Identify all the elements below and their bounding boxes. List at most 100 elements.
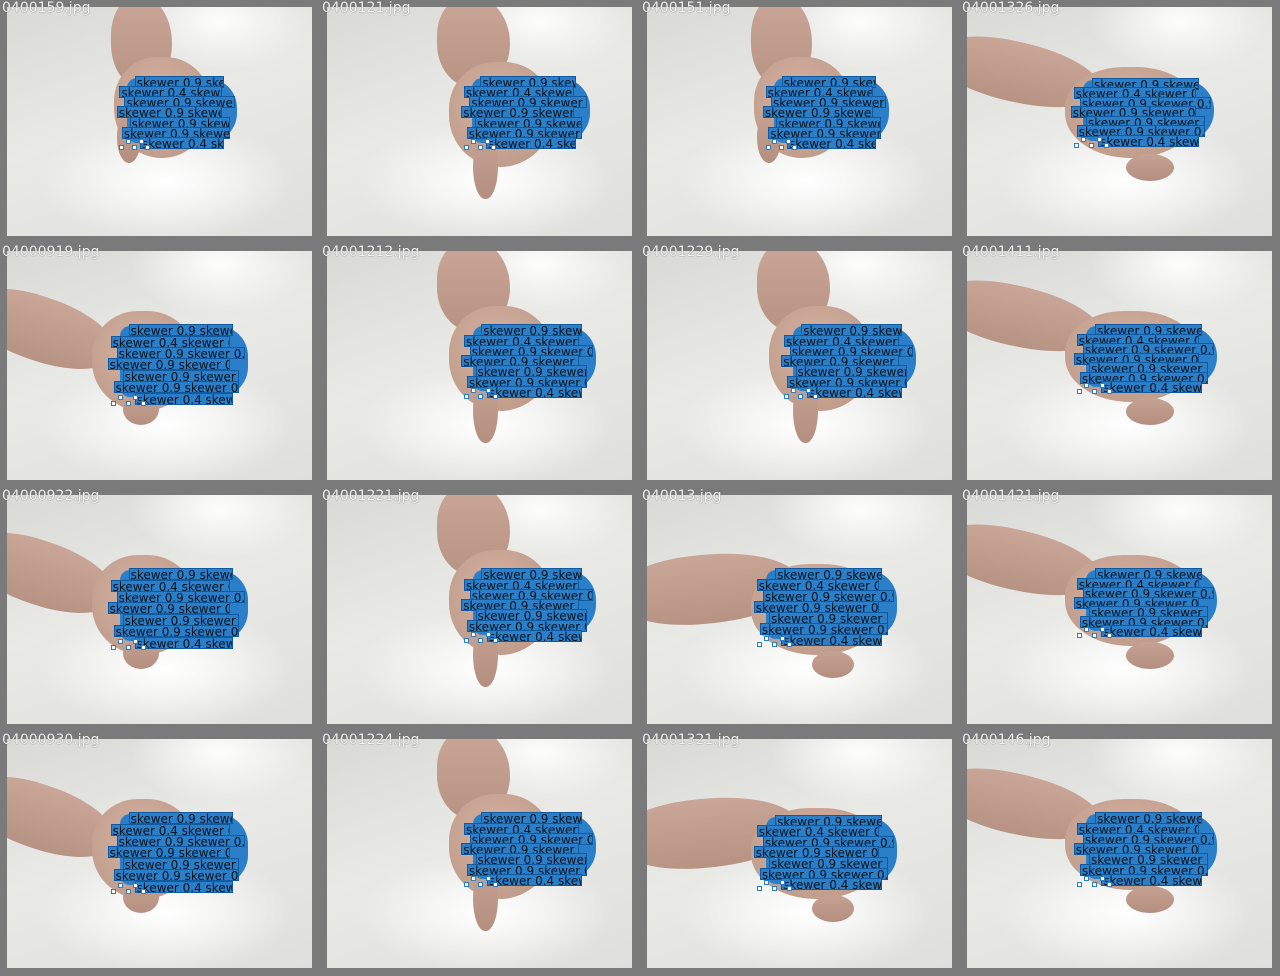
box-corner-marker bbox=[118, 394, 124, 400]
thumbnail-photo: skewer 0.9 skewer 0.4skewer 0.4 skewer 0… bbox=[967, 7, 1272, 236]
thumbnail-filename: 0400121.jpg bbox=[322, 0, 411, 16]
box-corner-marker bbox=[1081, 136, 1087, 142]
box-corner-marker bbox=[125, 139, 131, 145]
thumbnail-filename: 04001326.jpg bbox=[962, 0, 1060, 16]
box-corner-marker bbox=[812, 393, 818, 399]
thumbnail-photo: skewer 0.9 skewer 0.4skewer 0.4 skewer 0… bbox=[7, 739, 312, 968]
box-corner-marker bbox=[1107, 633, 1113, 639]
box-corner-marker bbox=[764, 636, 770, 642]
box-corner-marker bbox=[485, 875, 491, 881]
box-corner-marker bbox=[772, 139, 778, 145]
detection-boxes: skewer 0.9 skewer 0.4skewer 0.4 skewer 0… bbox=[1070, 77, 1224, 149]
detection-label: skewer 0.9 skewer 0.4 bbox=[128, 568, 234, 581]
thumbnail-tile[interactable]: skewer 0.9 skewer 0.4skewer 0.4 skewer 0… bbox=[640, 488, 960, 732]
box-corner-marker bbox=[140, 400, 146, 406]
detection-label: skewer 0.4 skewer 0.9 bbox=[806, 385, 902, 398]
detection-label: skewer 0.4 skewer 0.9 bbox=[110, 823, 231, 836]
image-grid: skewer 0.9 skewer 0.4skewer 0.4 skewer 0… bbox=[0, 0, 1280, 976]
box-corner-marker bbox=[1099, 383, 1105, 389]
thumbnail-tile[interactable]: skewer 0.9 skewer 0.4skewer 0.4 skewer 0… bbox=[640, 0, 960, 244]
thumb-shape bbox=[811, 650, 855, 679]
box-corner-marker bbox=[484, 139, 490, 145]
thumbnail-filename: 04000930.jpg bbox=[2, 732, 100, 748]
thumbnail-photo: skewer 0.9 skewer 0.4skewer 0.4 skewer 0… bbox=[327, 495, 632, 724]
box-corner-marker bbox=[1092, 881, 1098, 887]
thumb-shape bbox=[1125, 397, 1175, 426]
thumbnail-tile[interactable]: skewer 0.9 skewer 0.4skewer 0.4 skewer 0… bbox=[0, 732, 320, 976]
box-corner-marker bbox=[772, 886, 778, 892]
thumbnail-tile[interactable]: skewer 0.9 skewer 0.4skewer 0.4 skewer 0… bbox=[960, 244, 1280, 488]
box-corner-marker bbox=[772, 642, 778, 648]
thumbnail-filename: 04001212.jpg bbox=[322, 244, 420, 260]
thumbnail-tile[interactable]: skewer 0.9 skewer 0.4skewer 0.4 skewer 0… bbox=[960, 732, 1280, 976]
detection-boxes: skewer 0.9 skewer 0.4skewer 0.4 skewer 0… bbox=[1073, 812, 1227, 888]
detection-boxes: skewer 0.9 skewer 0.4skewer 0.4 skewer 0… bbox=[461, 324, 604, 400]
thumbnail-tile[interactable]: skewer 0.9 skewer 0.4skewer 0.4 skewer 0… bbox=[960, 0, 1280, 244]
thumbnail-photo: skewer 0.9 skewer 0.4skewer 0.4 skewer 0… bbox=[647, 7, 952, 236]
box-corner-marker bbox=[764, 880, 770, 886]
thumbnail-tile[interactable]: skewer 0.9 skewer 0.4skewer 0.4 skewer 0… bbox=[640, 732, 960, 976]
box-corner-marker bbox=[1096, 136, 1102, 142]
detection-label: skewer 0.4 skewer 0.9 bbox=[110, 335, 231, 348]
thumbnail-tile[interactable]: skewer 0.9 skewer 0.4skewer 0.4 skewer 0… bbox=[320, 732, 640, 976]
box-corner-marker bbox=[1076, 881, 1082, 887]
box-corner-marker bbox=[133, 882, 139, 888]
thumbnail-tile[interactable]: skewer 0.9 skewer 0.4skewer 0.4 skewer 0… bbox=[640, 244, 960, 488]
thumb-shape bbox=[811, 894, 855, 923]
box-corner-marker bbox=[1084, 627, 1090, 633]
box-corner-marker bbox=[492, 637, 498, 643]
thumbnail-filename: 04001221.jpg bbox=[322, 488, 420, 504]
thumbnail-filename: 0400146.jpg bbox=[962, 732, 1051, 748]
box-corner-marker bbox=[464, 637, 470, 643]
detection-boxes: skewer 0.9 skewer 0.4skewer 0.4 skewer 0… bbox=[1073, 568, 1227, 639]
thumbnail-tile[interactable]: skewer 0.9 skewer 0.4skewer 0.4 skewer 0… bbox=[960, 488, 1280, 732]
detection-label: skewer 0.9 skewer 0.9 bbox=[122, 369, 240, 382]
box-corner-marker bbox=[1088, 142, 1094, 148]
detection-label: skewer 0.4 skewer 0.9 bbox=[1101, 381, 1202, 394]
box-corner-marker bbox=[779, 880, 785, 886]
box-corner-marker bbox=[471, 875, 477, 881]
thumbnail-tile[interactable]: skewer 0.9 skewer 0.4skewer 0.4 skewer 0… bbox=[0, 0, 320, 244]
thumbnail-filename: 04001229.jpg bbox=[642, 244, 740, 260]
box-corner-marker bbox=[463, 145, 469, 151]
detection-boxes: skewer 0.9 skewer 0.4skewer 0.4 skewer 0… bbox=[753, 814, 907, 893]
box-corner-marker bbox=[477, 145, 483, 151]
detection-label: skewer 0.9 skewer 0.4 bbox=[128, 324, 234, 337]
box-corner-marker bbox=[1104, 142, 1110, 148]
thumbnail-tile[interactable]: skewer 0.9 skewer 0.4skewer 0.4 skewer 0… bbox=[320, 0, 640, 244]
thumbnail-photo: skewer 0.9 skewer 0.4skewer 0.4 skewer 0… bbox=[647, 495, 952, 724]
detection-boxes: skewer 0.9 skewer 0.4skewer 0.4 skewer 0… bbox=[461, 812, 604, 888]
detection-label: skewer 0.4 skewer 0.9 bbox=[1101, 625, 1202, 638]
detection-boxes: skewer 0.9 skewer 0.4skewer 0.4 skewer 0… bbox=[461, 75, 598, 152]
detection-label: skewer 0.4 skewer 0.9 bbox=[134, 392, 234, 405]
box-corner-marker bbox=[125, 400, 131, 406]
box-corner-marker bbox=[471, 631, 477, 637]
box-corner-marker bbox=[1076, 389, 1082, 395]
box-corner-marker bbox=[119, 145, 125, 151]
thumbnail-photo: skewer 0.9 skewer 0.4skewer 0.4 skewer 0… bbox=[967, 251, 1272, 480]
box-corner-marker bbox=[125, 644, 131, 650]
detection-boxes: skewer 0.9 skewer 0.4skewer 0.4 skewer 0… bbox=[107, 812, 257, 894]
detection-label: skewer 0.9 skewer 0.4 bbox=[113, 381, 240, 394]
box-corner-marker bbox=[133, 394, 139, 400]
thumbnail-tile[interactable]: skewer 0.9 skewer 0.4skewer 0.4 skewer 0… bbox=[320, 488, 640, 732]
thumbnail-tile[interactable]: skewer 0.9 skewer 0.4skewer 0.4 skewer 0… bbox=[0, 488, 320, 732]
box-corner-marker bbox=[1092, 633, 1098, 639]
box-corner-marker bbox=[118, 882, 124, 888]
box-corner-marker bbox=[464, 393, 470, 399]
thumbnail-tile[interactable]: skewer 0.9 skewer 0.4skewer 0.4 skewer 0… bbox=[320, 244, 640, 488]
box-corner-marker bbox=[1092, 389, 1098, 395]
box-corner-marker bbox=[138, 139, 144, 145]
box-corner-marker bbox=[798, 393, 804, 399]
box-corner-marker bbox=[765, 145, 771, 151]
detection-label: skewer 0.4 skewer 0.9 bbox=[485, 137, 577, 150]
detection-label: skewer 0.9 skewer 0.9 bbox=[107, 358, 231, 371]
box-corner-marker bbox=[478, 881, 484, 887]
box-corner-marker bbox=[110, 400, 116, 406]
box-corner-marker bbox=[140, 644, 146, 650]
box-corner-marker bbox=[779, 636, 785, 642]
thumbnail-photo: skewer 0.9 skewer 0.4skewer 0.4 skewer 0… bbox=[647, 251, 952, 480]
thumbnail-tile[interactable]: skewer 0.9 skewer 0.4skewer 0.4 skewer 0… bbox=[0, 244, 320, 488]
box-corner-marker bbox=[791, 387, 797, 393]
box-corner-marker bbox=[125, 888, 131, 894]
